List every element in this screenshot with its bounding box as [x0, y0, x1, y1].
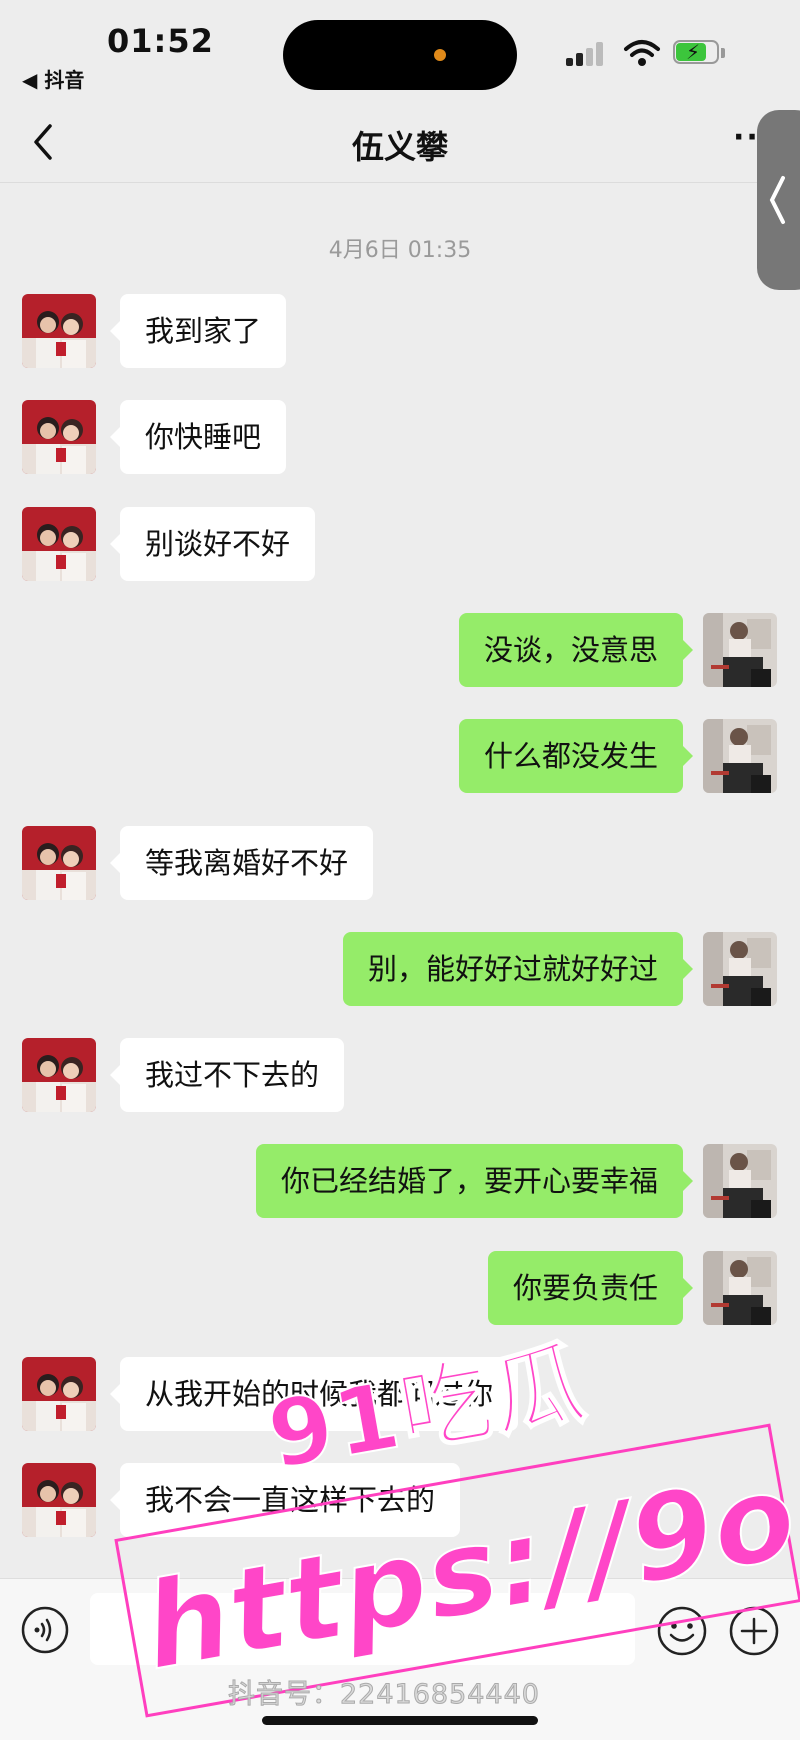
status-time: 01:52 — [107, 22, 214, 60]
signal-icon — [566, 40, 608, 66]
incoming-message-bubble[interactable]: 别谈好不好 — [109, 507, 316, 581]
dynamic-island — [283, 20, 517, 90]
contact-avatar[interactable] — [22, 1463, 96, 1537]
my-avatar[interactable] — [703, 613, 777, 687]
my-avatar[interactable] — [703, 719, 777, 793]
contact-avatar[interactable] — [22, 1357, 96, 1431]
contact-avatar[interactable] — [22, 294, 96, 368]
incoming-message-bubble[interactable]: 从我开始的时候我都问过你 — [109, 1357, 519, 1431]
incoming-message-bubble[interactable]: 我不会一直这样下去的 — [109, 1463, 461, 1537]
status-bar: 01:52 ◀ 抖音 ⚡ — [0, 0, 800, 100]
message-input[interactable] — [90, 1593, 635, 1665]
incoming-message-bubble[interactable]: 等我离婚好不好 — [109, 826, 374, 900]
contact-avatar[interactable] — [22, 400, 96, 474]
plus-icon[interactable] — [728, 1605, 780, 1657]
contact-avatar[interactable] — [22, 1038, 96, 1112]
home-indicator — [262, 1716, 538, 1725]
outgoing-message-bubble[interactable]: 你已经结婚了，要开心要幸福 — [256, 1144, 694, 1218]
chat-title: 伍义攀 — [351, 128, 448, 166]
outgoing-message-bubble[interactable]: 你要负责任 — [488, 1251, 694, 1325]
incoming-message-bubble[interactable]: 你快睡吧 — [109, 400, 287, 474]
incoming-message-bubble[interactable]: 我过不下去的 — [109, 1038, 345, 1112]
chat-header: 伍义攀 ·· — [0, 100, 800, 183]
message-timestamp: 4月6日 01:35 — [328, 238, 472, 263]
my-avatar[interactable] — [703, 1251, 777, 1325]
wifi-icon — [624, 40, 660, 66]
chevron-left-icon — [769, 176, 785, 224]
emoji-icon[interactable] — [656, 1605, 708, 1657]
battery-charging-icon: ⚡ — [673, 40, 727, 66]
incoming-message-bubble[interactable]: 我到家了 — [109, 294, 287, 368]
contact-avatar[interactable] — [22, 507, 96, 581]
outgoing-message-bubble[interactable]: 什么都没发生 — [459, 719, 694, 793]
outgoing-message-bubble[interactable]: 没谈，没意思 — [459, 613, 694, 687]
back-to-app-link[interactable]: ◀ 抖音 — [22, 64, 84, 93]
more-icon[interactable]: ·· — [733, 120, 760, 155]
outgoing-message-bubble[interactable]: 别，能好好过就好好过 — [343, 932, 694, 1006]
my-avatar[interactable] — [703, 932, 777, 1006]
input-bar — [0, 1578, 800, 1740]
privacy-indicator-dot — [434, 49, 446, 61]
voice-icon[interactable] — [20, 1605, 70, 1655]
my-avatar[interactable] — [703, 1144, 777, 1218]
contact-avatar[interactable] — [22, 826, 96, 900]
